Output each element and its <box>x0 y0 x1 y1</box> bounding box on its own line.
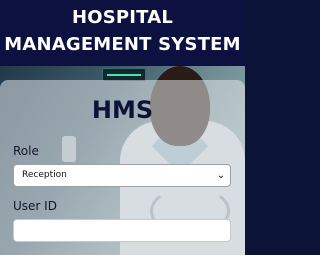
app-header: HOSPITAL MANAGEMENT SYSTEM <box>0 0 245 66</box>
header-title-line1: HOSPITAL <box>71 7 174 28</box>
chevron-down-icon: ⌄ <box>216 170 226 181</box>
role-label: Role <box>13 144 39 158</box>
userid-input[interactable] <box>13 219 231 242</box>
role-select[interactable]: Reception ⌄ <box>13 164 231 187</box>
userid-label: User ID <box>13 199 57 213</box>
header-title-line2: MANAGEMENT SYSTEM <box>4 34 241 55</box>
role-select-value: Reception <box>22 170 67 180</box>
form-title: HMS <box>91 96 154 124</box>
